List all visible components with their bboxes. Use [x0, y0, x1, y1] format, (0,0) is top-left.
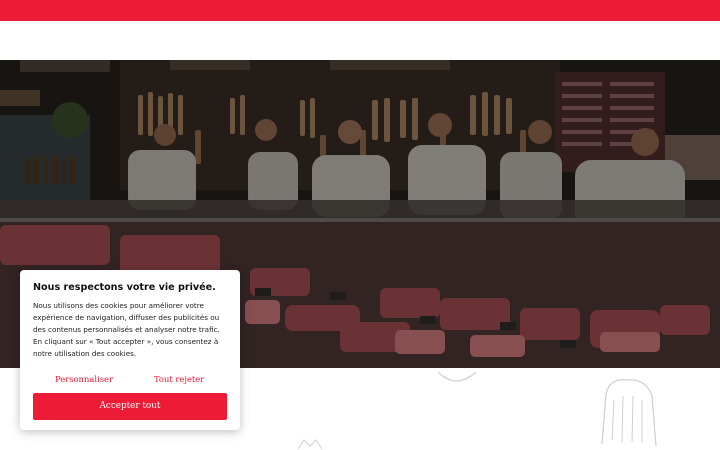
cookie-banner-text: Nous utilisons des cookies pour améliore… — [33, 301, 220, 358]
customize-button[interactable]: Personnaliser — [55, 374, 113, 384]
cookie-consent-banner: Nous respectons votre vie privée. Nous u… — [20, 270, 240, 430]
cookie-secondary-actions: Personnaliser Tout rejeter — [33, 374, 227, 386]
accept-all-button[interactable]: Accepter tout — [33, 393, 227, 420]
cow-illustration-icon — [297, 439, 323, 450]
reject-all-button[interactable]: Tout rejeter — [154, 374, 204, 384]
top-red-bar — [0, 0, 720, 21]
header-area — [0, 21, 720, 60]
cookie-banner-title: Nous respectons votre vie privée. — [33, 282, 216, 293]
meat-illustration-icon — [437, 371, 477, 382]
ribs-illustration-icon — [601, 379, 657, 447]
